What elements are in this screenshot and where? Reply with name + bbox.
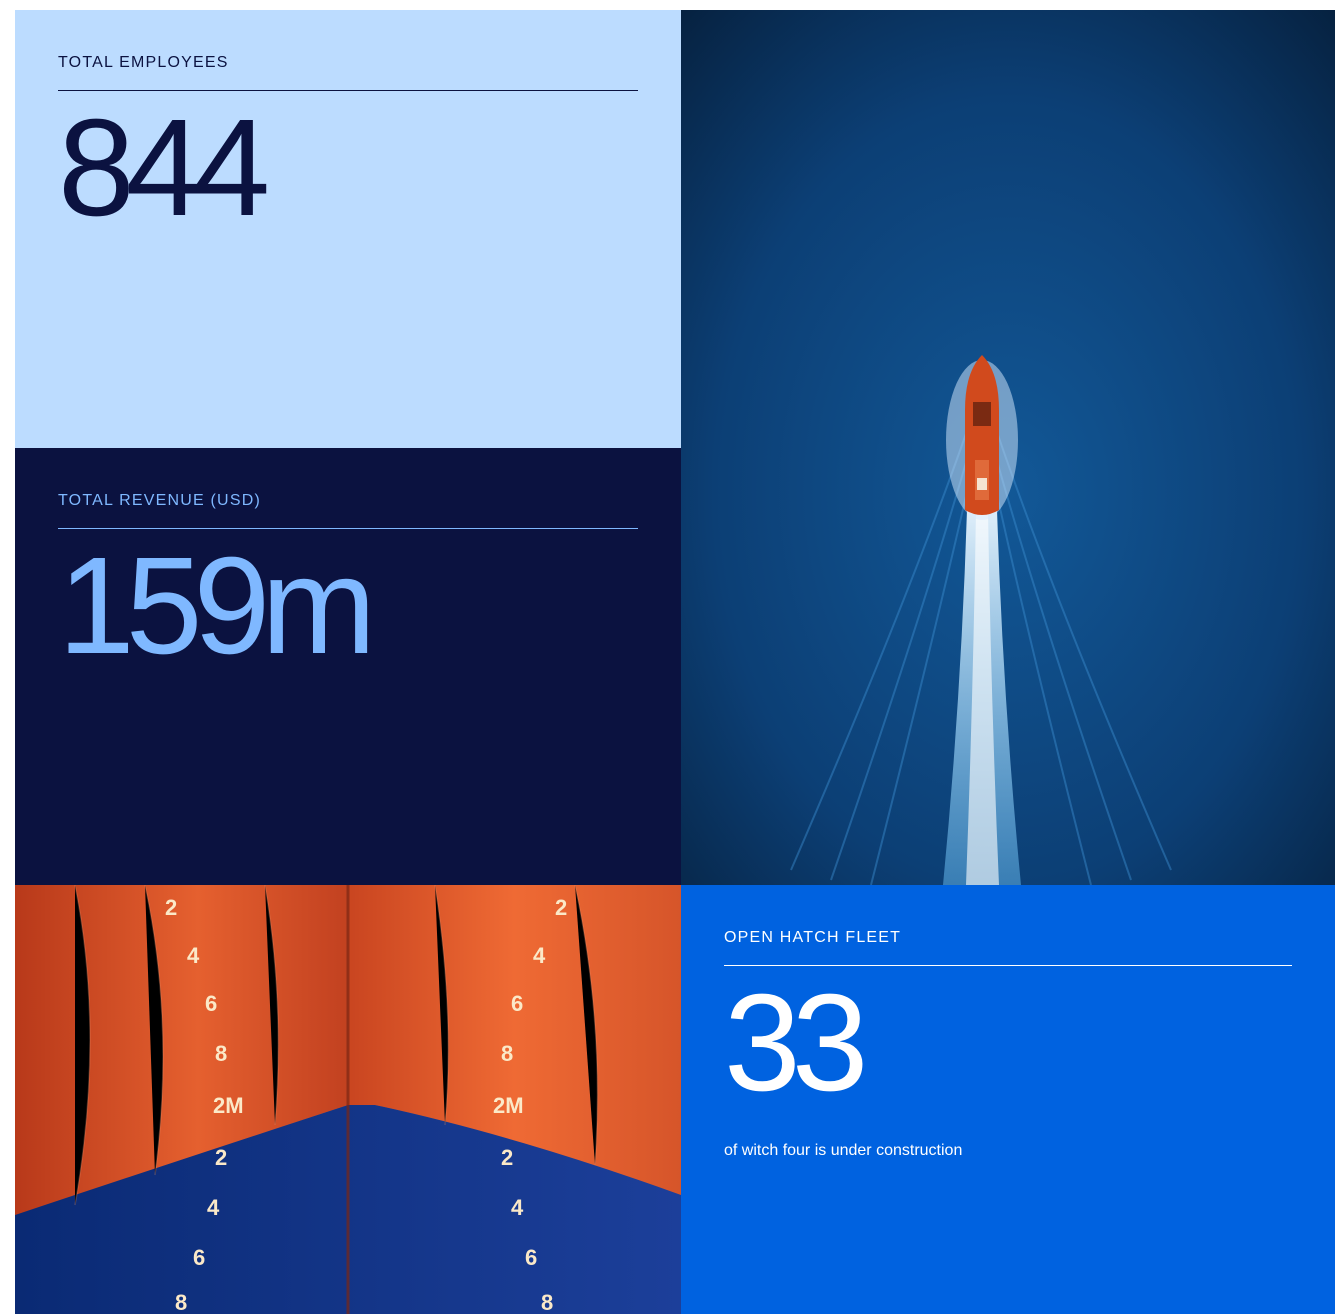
- revenue-value: 159m: [58, 529, 376, 683]
- employees-label: TOTAL EMPLOYEES: [58, 54, 229, 71]
- draft-mark: 6: [511, 991, 523, 1016]
- draft-mark: 2M: [213, 1093, 244, 1118]
- ship-aerial-photo: [681, 10, 1335, 885]
- fleet-stat-card: OPEN HATCH FLEET 33 of witch four is und…: [681, 885, 1335, 1314]
- employees-stat-card: TOTAL EMPLOYEES 844: [15, 10, 681, 448]
- draft-mark: 4: [207, 1195, 220, 1220]
- draft-mark: 2M: [493, 1093, 524, 1118]
- draft-mark: 2: [501, 1145, 513, 1170]
- draft-mark: 2: [555, 895, 567, 920]
- draft-mark: 4: [533, 943, 546, 968]
- draft-mark: 8: [541, 1290, 553, 1314]
- fleet-note: of witch four is under construction: [724, 1142, 963, 1159]
- draft-mark: 8: [215, 1041, 227, 1066]
- revenue-label: TOTAL REVENUE (USD): [58, 492, 261, 509]
- ship-aerial-illustration: [681, 10, 1335, 885]
- draft-mark: 2: [165, 895, 177, 920]
- fleet-value: 33: [724, 966, 869, 1120]
- draft-mark: 2: [215, 1145, 227, 1170]
- draft-mark: 4: [511, 1195, 524, 1220]
- ship-hull-illustration: 2 4 6 8 2M 2 4 6 8 2 4 6 8 2M 2 4 6 8: [15, 885, 681, 1314]
- stats-grid: TOTAL EMPLOYEES 844 TOTAL REVENUE (USD) …: [15, 10, 1335, 1314]
- draft-mark: 8: [501, 1041, 513, 1066]
- draft-mark: 6: [205, 991, 217, 1016]
- draft-mark: 6: [193, 1245, 205, 1270]
- draft-mark: 6: [525, 1245, 537, 1270]
- fleet-label: OPEN HATCH FLEET: [724, 929, 902, 946]
- ship-hull-photo: 2 4 6 8 2M 2 4 6 8 2 4 6 8 2M 2 4 6 8: [15, 885, 681, 1314]
- revenue-stat-card: TOTAL REVENUE (USD) 159m: [15, 448, 681, 885]
- employees-value: 844: [58, 91, 270, 245]
- draft-mark: 8: [175, 1290, 187, 1314]
- draft-mark: 4: [187, 943, 200, 968]
